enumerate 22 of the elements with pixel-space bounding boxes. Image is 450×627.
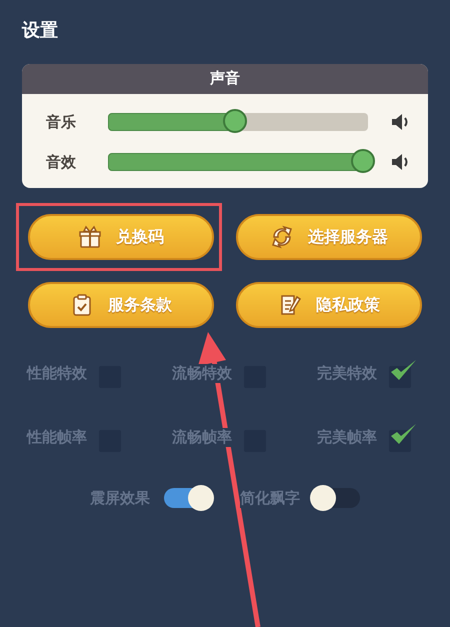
menu-button[interactable]: 选择服务器 — [236, 214, 422, 260]
menu-button[interactable]: 隐私政策 — [236, 282, 422, 328]
slider-label: 音乐 — [46, 112, 77, 132]
option-checkbox[interactable] — [389, 358, 417, 388]
slider-thumb[interactable] — [223, 109, 248, 133]
toggle-label: 简化飘字 — [240, 488, 300, 508]
menu-button[interactable]: 服务条款 — [28, 282, 214, 328]
option-checkbox[interactable] — [389, 422, 417, 452]
panel-title: 声音 — [22, 64, 428, 94]
option-label: 完美特效 — [317, 364, 377, 382]
option-label: 流畅特效 — [172, 364, 232, 382]
option-label: 性能特效 — [27, 364, 87, 382]
page-title: 设置 — [22, 19, 59, 42]
slider-thumb[interactable] — [350, 149, 375, 173]
refresh-icon — [270, 225, 294, 249]
option-label: 流畅帧率 — [172, 428, 232, 446]
slider-label: 音效 — [46, 152, 77, 172]
gift-icon — [78, 225, 102, 249]
option-label: 性能帧率 — [27, 428, 87, 446]
menu-button[interactable]: 兑换码 — [28, 214, 214, 260]
option-label: 完美帧率 — [317, 428, 377, 446]
toggle-label: 震屏效果 — [90, 488, 150, 508]
